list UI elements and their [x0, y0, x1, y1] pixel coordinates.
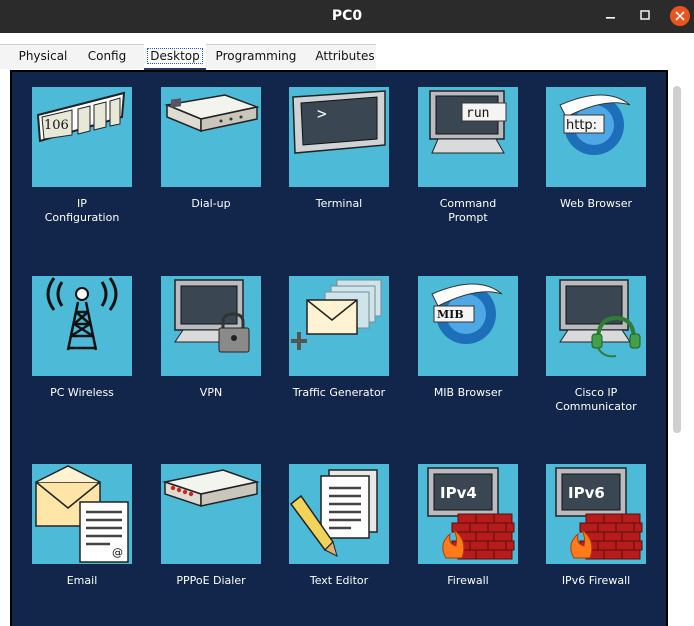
app-terminal[interactable]: > Terminal	[279, 87, 399, 247]
app-ip-configuration[interactable]: 106 IP Configuration	[22, 87, 142, 247]
app-mib-browser[interactable]: MIB MIB Browser	[408, 276, 528, 436]
svg-text:@: @	[112, 546, 123, 559]
close-icon	[675, 11, 685, 21]
app-label: Cisco IP Communicator	[555, 386, 637, 413]
desktop-panel: 106 IP Configuration Dial-up > Terminal	[10, 70, 668, 626]
svg-text:IPv4: IPv4	[440, 484, 477, 502]
app-label: IP Configuration	[44, 197, 120, 224]
app-label: Dial-up	[191, 197, 231, 210]
app-command-prompt[interactable]: run Command Prompt	[408, 87, 528, 247]
text-editor-icon	[289, 464, 389, 564]
svg-text:106: 106	[44, 118, 69, 133]
wireless-tower-icon	[32, 276, 132, 376]
traffic-generator-icon	[289, 276, 389, 376]
app-text-editor[interactable]: Text Editor	[279, 464, 399, 624]
app-label: Traffic Generator	[292, 386, 386, 399]
terminal-icon: >	[289, 87, 389, 187]
app-vpn[interactable]: VPN	[151, 276, 271, 436]
app-label: MIB Browser	[433, 386, 503, 399]
app-email[interactable]: @ Email	[22, 464, 142, 624]
tab-config[interactable]: Config	[80, 44, 134, 68]
svg-text:run: run	[466, 106, 489, 121]
tab-attributes[interactable]: Attributes	[310, 44, 380, 68]
vertical-scrollbar[interactable]	[670, 70, 684, 626]
app-label: Text Editor	[309, 574, 369, 587]
app-label: Firewall	[447, 574, 489, 587]
app-label: Command Prompt	[439, 197, 497, 224]
app-web-browser[interactable]: http: Web Browser	[536, 87, 656, 247]
close-button[interactable]	[664, 0, 694, 33]
app-pc-wireless[interactable]: PC Wireless	[22, 276, 142, 436]
minimize-icon	[606, 17, 615, 19]
modem-icon	[161, 87, 261, 187]
maximize-icon	[640, 10, 650, 20]
ipv6-firewall-icon: IPv6	[546, 464, 646, 564]
svg-text:>: >	[317, 104, 327, 123]
app-traffic-generator[interactable]: Traffic Generator	[279, 276, 399, 436]
app-label: VPN	[199, 386, 223, 399]
command-prompt-icon: run	[418, 87, 518, 187]
svg-text:MIB: MIB	[437, 308, 464, 321]
minimize-button[interactable]	[596, 0, 626, 33]
app-firewall[interactable]: IPv4 Firewall	[408, 464, 528, 624]
app-label: Email	[66, 574, 98, 587]
tab-physical[interactable]: Physical	[8, 44, 78, 68]
web-browser-icon: http:	[546, 87, 646, 187]
app-label: Web Browser	[559, 197, 633, 210]
headset-monitor-icon	[546, 276, 646, 376]
svg-text:IPv6: IPv6	[568, 484, 605, 502]
app-label: PPPoE Dialer	[176, 574, 246, 587]
app-label: PC Wireless	[50, 386, 114, 399]
mib-browser-icon: MIB	[418, 276, 518, 376]
window-title: PC0	[331, 8, 363, 24]
tab-programming[interactable]: Programming	[214, 44, 298, 68]
maximize-button[interactable]	[630, 0, 660, 33]
scrollbar-thumb[interactable]	[673, 86, 681, 433]
svg-text:http:: http:	[566, 118, 597, 133]
app-label: Terminal	[315, 197, 363, 210]
app-dial-up[interactable]: Dial-up	[151, 87, 271, 247]
firewall-icon: IPv4	[418, 464, 518, 564]
title-bar: PC0	[0, 0, 694, 33]
email-icon: @	[32, 464, 132, 564]
app-label: IPv6 Firewall	[561, 574, 631, 587]
pppoe-dialer-icon	[161, 464, 261, 564]
app-ipv6-firewall[interactable]: IPv6 IPv6 Firewall	[536, 464, 656, 624]
ip-configuration-icon: 106	[32, 87, 132, 187]
app-cisco-ip-communicator[interactable]: Cisco IP Communicator	[536, 276, 656, 436]
vpn-lock-icon	[161, 276, 261, 376]
app-pppoe-dialer[interactable]: PPPoE Dialer	[151, 464, 271, 624]
tab-desktop[interactable]: Desktop	[144, 44, 206, 71]
